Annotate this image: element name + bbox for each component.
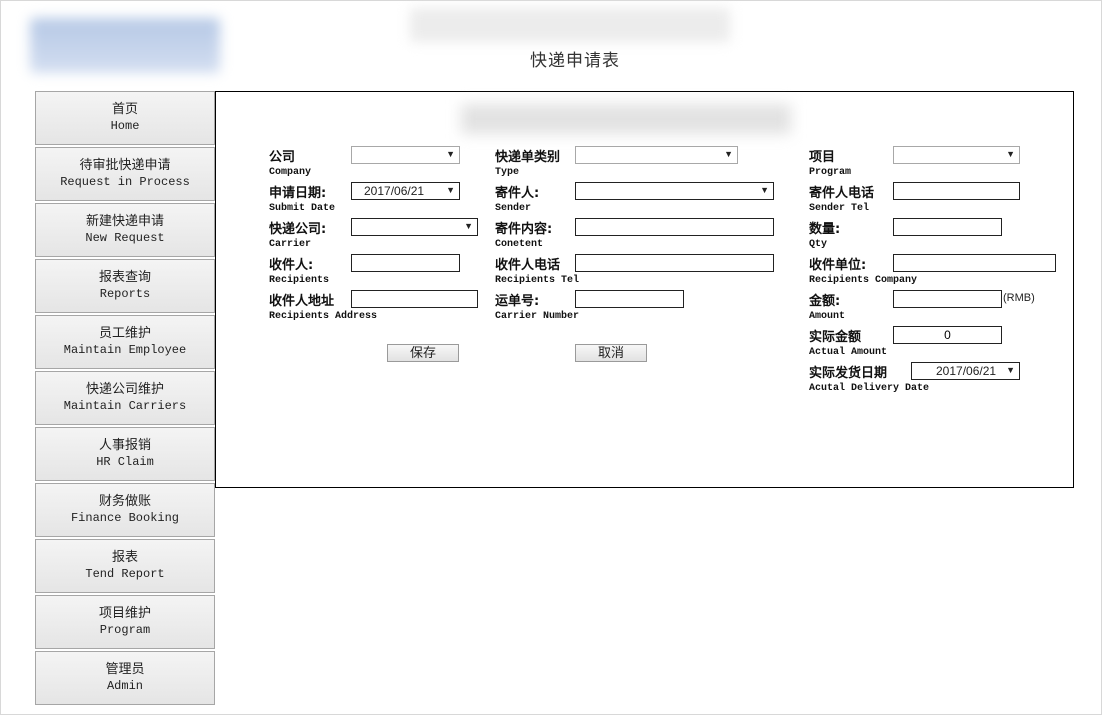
sidebar-item-reports[interactable]: 报表查询 Reports	[35, 259, 215, 313]
qty-input-wrap	[893, 218, 1002, 236]
carrier-select[interactable]: ▼	[351, 218, 478, 236]
save-button[interactable]: 保存	[387, 344, 459, 362]
amount-label-en: Amount	[809, 311, 846, 322]
amount-input[interactable]	[894, 291, 1001, 307]
program-label: 项目	[809, 150, 836, 165]
chevron-down-icon: ▼	[464, 221, 473, 231]
recipients-address-label-en: Recipients Address	[269, 311, 378, 322]
submit-date-label-en: Submit Date	[269, 203, 336, 214]
sidebar-item-home[interactable]: 首页 Home	[35, 91, 215, 145]
amount-label: 金额:	[809, 294, 841, 309]
recipients-input[interactable]	[352, 255, 459, 271]
recipients-label-en: Recipients	[269, 275, 330, 286]
sender-label-en: Sender	[495, 203, 532, 214]
submit-date-label: 申请日期:	[269, 186, 327, 201]
actual-amount-input-wrap	[893, 326, 1002, 344]
header-banner-redacted	[410, 8, 730, 42]
program-label-en: Program	[809, 167, 852, 178]
recipients-tel-label-en: Recipients Tel	[495, 275, 580, 286]
sidebar-item-admin[interactable]: 管理员 Admin	[35, 651, 215, 705]
recipients-company-input-wrap	[893, 254, 1056, 272]
amount-input-wrap	[893, 290, 1002, 308]
sidebar-item-tend-report[interactable]: 报表 Tend Report	[35, 539, 215, 593]
type-label: 快递单类别	[495, 150, 561, 165]
sidebar-item-hr-claim[interactable]: 人事报销 HR Claim	[35, 427, 215, 481]
company-label: 公司	[269, 150, 296, 165]
actual-amount-label-en: Actual Amount	[809, 347, 888, 358]
recipients-tel-input-wrap	[575, 254, 774, 272]
company-label-en: Company	[269, 167, 312, 178]
sidebar-item-request-in-process[interactable]: 待审批快递申请 Request in Process	[35, 147, 215, 201]
chevron-down-icon: ▼	[760, 185, 769, 195]
content-input-wrap	[575, 218, 774, 236]
recipients-label: 收件人:	[269, 258, 314, 273]
sender-tel-input-wrap	[893, 182, 1020, 200]
carrier-label-en: Carrier	[269, 239, 312, 250]
type-select[interactable]: ▼	[575, 146, 738, 164]
sidebar-item-maintain-employee[interactable]: 员工维护 Maintain Employee	[35, 315, 215, 369]
request-form-panel: 公司 Company ▼ 申请日期: Submit Date 2017/06/2…	[215, 91, 1074, 488]
actual-delivery-date-label: 实际发货日期	[809, 366, 888, 381]
sidebar-item-new-request[interactable]: 新建快递申请 New Request	[35, 203, 215, 257]
company-select[interactable]: ▼	[351, 146, 460, 164]
actual-delivery-date-label-en: Acutal Delivery Date	[809, 383, 930, 394]
page-title: 快递申请表	[530, 51, 620, 71]
cancel-button[interactable]: 取消	[575, 344, 647, 362]
program-select[interactable]: ▼	[893, 146, 1020, 164]
sidebar-item-finance-booking[interactable]: 财务做账 Finance Booking	[35, 483, 215, 537]
content-label: 寄件内容:	[495, 222, 553, 237]
carrier-number-label-en: Carrier Number	[495, 311, 580, 322]
qty-label-en: Qty	[809, 239, 828, 250]
sidebar-item-program[interactable]: 项目维护 Program	[35, 595, 215, 649]
sender-tel-input[interactable]	[894, 183, 1019, 199]
actual-delivery-date-select[interactable]: 2017/06/21 ▼	[911, 362, 1020, 380]
actual-amount-input[interactable]	[894, 327, 1001, 343]
recipients-tel-input[interactable]	[576, 255, 773, 271]
chevron-down-icon: ▼	[446, 185, 455, 195]
actual-amount-label: 实际金额	[809, 330, 862, 345]
recipients-input-wrap	[351, 254, 460, 272]
carrier-number-label: 运单号:	[495, 294, 540, 309]
recipients-company-label: 收件单位:	[809, 258, 867, 273]
sender-label: 寄件人:	[495, 186, 540, 201]
chevron-down-icon: ▼	[446, 149, 455, 159]
recipients-address-input-wrap	[351, 290, 478, 308]
content-label-en: Conetent	[495, 239, 544, 250]
content-input[interactable]	[576, 219, 773, 235]
qty-label: 数量:	[809, 222, 841, 237]
amount-unit: (RMB)	[1003, 292, 1035, 304]
qty-input[interactable]	[894, 219, 1001, 235]
chevron-down-icon: ▼	[724, 149, 733, 159]
recipients-tel-label: 收件人电话	[495, 258, 561, 273]
company-logo	[30, 18, 220, 73]
chevron-down-icon: ▼	[1006, 365, 1015, 375]
carrier-number-input[interactable]	[576, 291, 683, 307]
sender-select[interactable]: ▼	[575, 182, 774, 200]
recipients-company-label-en: Recipients Company	[809, 275, 918, 286]
recipients-company-input[interactable]	[894, 255, 1055, 271]
carrier-number-input-wrap	[575, 290, 684, 308]
sidebar-nav: 首页 Home 待审批快递申请 Request in Process 新建快递申请 N…	[35, 91, 215, 707]
submit-date-select[interactable]: 2017/06/21 ▼	[351, 182, 460, 200]
recipients-address-input[interactable]	[352, 291, 477, 307]
recipients-address-label: 收件人地址	[269, 294, 335, 309]
sidebar-item-maintain-carriers[interactable]: 快递公司维护 Maintain Carriers	[35, 371, 215, 425]
sender-tel-label-en: Sender Tel	[809, 203, 870, 214]
chevron-down-icon: ▼	[1006, 149, 1015, 159]
sender-tel-label: 寄件人电话	[809, 186, 875, 201]
carrier-label: 快递公司:	[269, 222, 327, 237]
form-header-redacted	[461, 104, 791, 134]
type-label-en: Type	[495, 167, 520, 178]
